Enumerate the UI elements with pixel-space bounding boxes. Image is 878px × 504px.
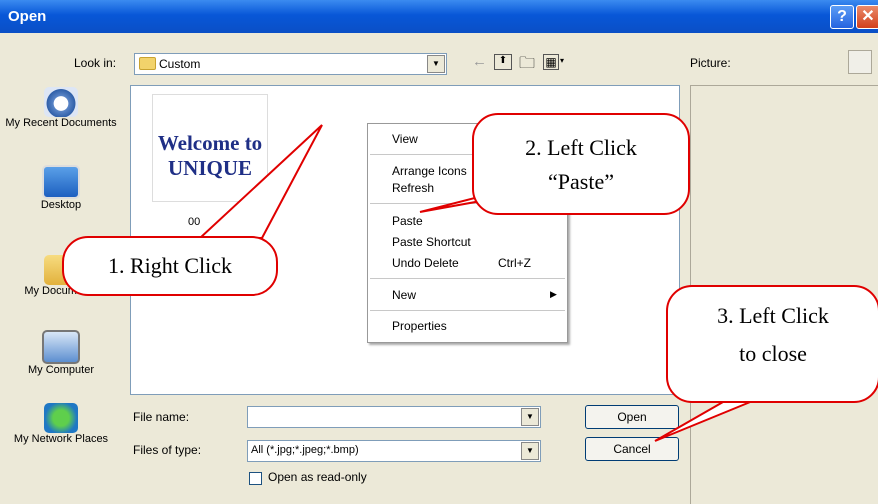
pointer-right-click (197, 124, 323, 239)
open-dialog: Open ? ✕ Look in: Custom ▼ ← ⬆ 🗀 ▦ ▾ Pic… (0, 0, 878, 504)
callout-right-click: 1. Right Click (62, 236, 278, 296)
pointer-close (654, 397, 761, 442)
callout-close: 3. Left Click to close (666, 285, 878, 403)
callout-paste: 2. Left Click “Paste” (472, 113, 690, 215)
